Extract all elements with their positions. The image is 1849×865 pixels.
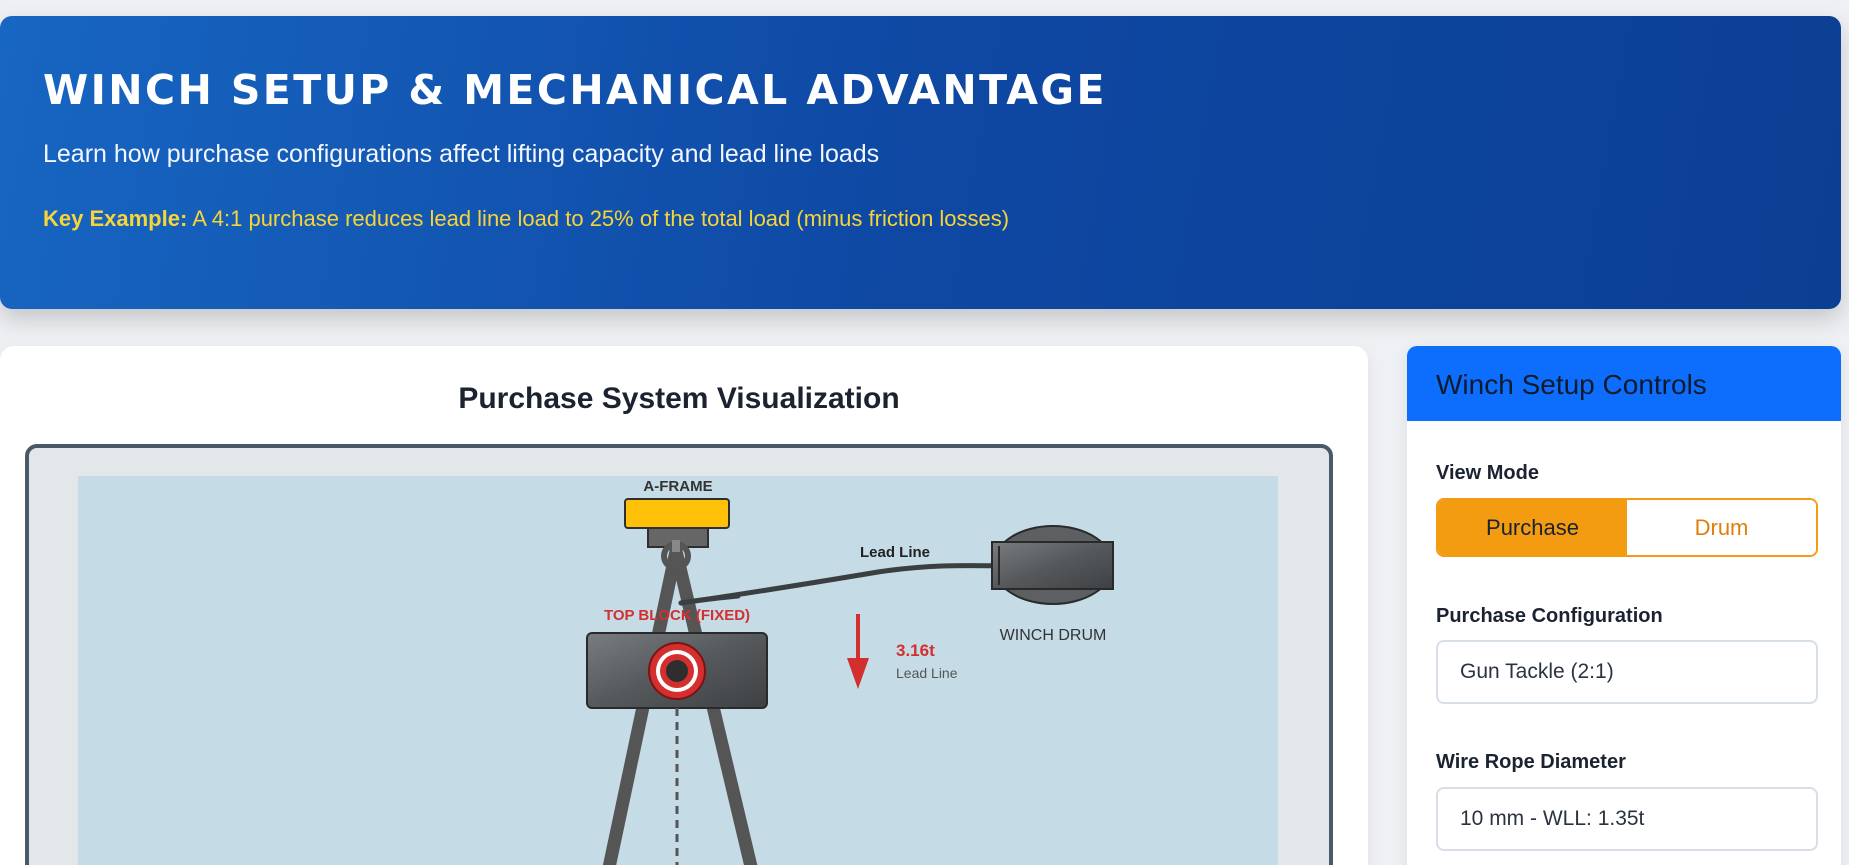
purchase-config-label: Purchase Configuration (1436, 605, 1663, 627)
wire-rope-label: Wire Rope Diameter (1436, 751, 1626, 773)
page-title: Winch Setup & Mechanical Advantage (43, 66, 1107, 114)
top-block-label: TOP BLOCK (FIXED) (604, 607, 750, 624)
purchase-diagram: A-FRAME Lead Line WINCH DRUM TOP BLOCK (… (78, 476, 1278, 865)
view-mode-purchase-button[interactable]: Purchase (1438, 500, 1627, 555)
winch-drum-label: WINCH DRUM (1000, 627, 1107, 644)
winch-drum-barrel (991, 541, 1114, 590)
visualization-frame: A-FRAME Lead Line WINCH DRUM TOP BLOCK (… (25, 444, 1333, 865)
shackle-pin (672, 540, 680, 552)
hero-banner: Winch Setup & Mechanical Advantage Learn… (0, 16, 1841, 309)
view-mode-toggle: Purchase Drum (1436, 498, 1818, 557)
key-example-text: A 4:1 purchase reduces lead line load to… (187, 206, 1010, 231)
visualization-title: Purchase System Visualization (458, 382, 900, 415)
aframe-top-beam (624, 498, 730, 529)
load-caption: Lead Line (896, 665, 958, 681)
view-mode-label: View Mode (1436, 462, 1539, 484)
wire-rope-select[interactable]: 10 mm - WLL: 1.35t (1436, 787, 1818, 851)
sheave-axle (666, 660, 688, 682)
controls-panel: Winch Setup Controls View Mode Purchase … (1407, 346, 1841, 865)
key-example-label: Key Example: (43, 206, 188, 231)
purchase-config-select[interactable]: Gun Tackle (2:1) (1436, 640, 1818, 704)
load-value: 3.16t (896, 641, 935, 660)
lead-line-label: Lead Line (860, 544, 930, 561)
visualization-card: Purchase System Visualization A-FRAME Le… (0, 346, 1368, 865)
controls-title: Winch Setup Controls (1407, 346, 1841, 421)
page-subtitle: Learn how purchase configurations affect… (43, 140, 880, 168)
view-mode-drum-button[interactable]: Drum (1627, 500, 1816, 555)
aframe-label: A-FRAME (643, 478, 712, 495)
key-example: Key Example: A 4:1 purchase reduces lead… (43, 206, 1009, 232)
